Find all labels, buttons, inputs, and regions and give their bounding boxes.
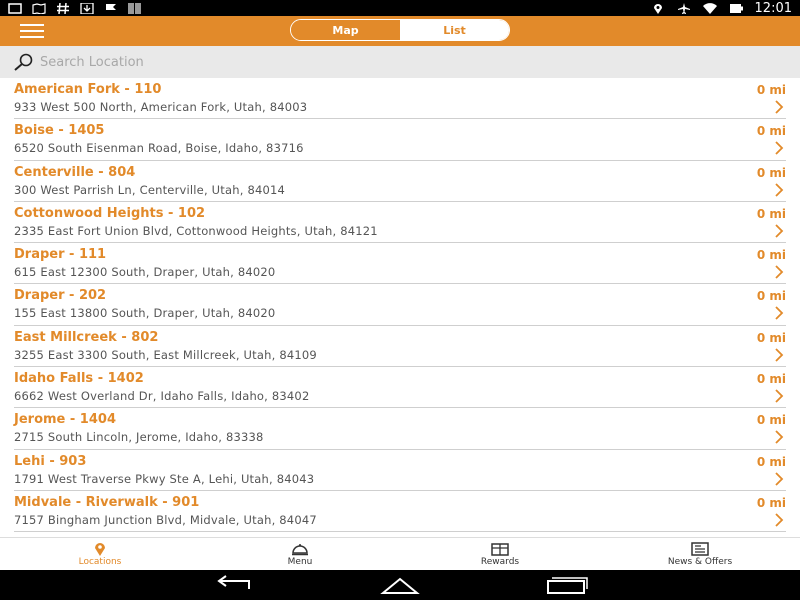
search-input[interactable] bbox=[40, 54, 740, 70]
battery-icon bbox=[729, 3, 743, 13]
download-icon bbox=[80, 2, 94, 14]
nav-label: News & Offers bbox=[667, 556, 733, 567]
location-name: Draper - 111 bbox=[14, 247, 107, 263]
location-name: Cottonwood Heights - 102 bbox=[14, 205, 206, 221]
location-name: American Fork - 110 bbox=[14, 82, 162, 97]
status-time: 12:01 bbox=[754, 0, 792, 16]
location-item[interactable]: East Millcreek - 802 3255 East 3300 Sout… bbox=[14, 326, 786, 368]
location-address: 615 East 12300 South, Draper, Utah, 8402… bbox=[14, 265, 276, 280]
map-notification-icon bbox=[32, 2, 46, 14]
location-item[interactable]: Lehi - 903 1791 West Traverse Pkwy Ste A… bbox=[14, 450, 786, 491]
location-distance: 0 mi bbox=[756, 124, 786, 139]
location-name: Draper - 202 bbox=[14, 288, 107, 304]
home-button[interactable] bbox=[377, 574, 423, 596]
location-item[interactable]: Boise - 1405 6520 South Eisenman Road, B… bbox=[14, 119, 786, 161]
nav-news-offers[interactable]: News & Offers bbox=[600, 538, 800, 570]
nav-locations[interactable]: Locations bbox=[0, 538, 200, 570]
back-button[interactable] bbox=[211, 574, 257, 596]
location-distance: 0 mi bbox=[756, 413, 786, 428]
location-address: 6662 West Overland Dr, Idaho Falls, Idah… bbox=[14, 389, 310, 404]
chevron-right-icon bbox=[775, 265, 784, 279]
location-status-icon bbox=[653, 3, 662, 14]
location-list: American Fork - 110 933 West 500 North, … bbox=[0, 78, 800, 537]
chevron-right-icon bbox=[775, 513, 784, 527]
location-address: 1791 West Traverse Pkwy Ste A, Lehi, Uta… bbox=[14, 471, 315, 486]
nav-menu[interactable]: Menu bbox=[200, 538, 400, 570]
bottom-nav: Locations Menu Rewards News & Offers bbox=[0, 537, 800, 570]
gift-card-icon bbox=[491, 542, 509, 556]
nav-label: Menu bbox=[287, 556, 313, 567]
chevron-right-icon bbox=[775, 389, 784, 403]
location-address: 933 West 500 North, American Fork, Utah,… bbox=[14, 100, 308, 114]
location-item[interactable]: American Fork - 110 933 West 500 North, … bbox=[14, 78, 786, 120]
chevron-right-icon bbox=[775, 306, 784, 321]
location-address: 300 West Parrish Ln, Centerville, Utah, … bbox=[14, 182, 286, 197]
back-arrow-icon bbox=[217, 575, 250, 589]
search-icon bbox=[14, 53, 33, 71]
location-address: 2715 South Lincoln, Jerome, Idaho, 83338 bbox=[14, 430, 264, 445]
location-item[interactable]: Centerville - 804 300 West Parrish Ln, C… bbox=[14, 161, 786, 202]
nav-rewards[interactable]: Rewards bbox=[400, 538, 600, 570]
chevron-right-icon bbox=[775, 182, 784, 197]
location-name: Centerville - 804 bbox=[14, 164, 136, 180]
location-name: Midvale - Riverwalk - 901 bbox=[14, 494, 200, 510]
chevron-right-icon bbox=[775, 348, 784, 362]
food-cover-icon bbox=[292, 543, 308, 555]
location-distance: 0 mi bbox=[756, 289, 786, 304]
location-item[interactable]: Idaho Falls - 1402 6662 West Overland Dr… bbox=[14, 367, 786, 409]
location-name: Boise - 1405 bbox=[14, 123, 105, 139]
location-item[interactable]: Draper - 111 615 East 12300 South, Drape… bbox=[14, 243, 786, 285]
search-bar bbox=[0, 46, 800, 78]
wifi-icon bbox=[702, 2, 717, 14]
chevron-right-icon bbox=[775, 224, 784, 238]
location-distance: 0 mi bbox=[756, 206, 786, 221]
location-item[interactable]: Midvale - Riverwalk - 901 7157 Bingham J… bbox=[14, 491, 786, 533]
location-item[interactable]: Cottonwood Heights - 102 2335 East Fort … bbox=[14, 202, 786, 244]
location-name: Jerome - 1404 bbox=[14, 412, 116, 428]
flag-icon bbox=[106, 3, 116, 14]
chevron-right-icon bbox=[775, 430, 784, 445]
home-icon bbox=[380, 577, 420, 594]
nav-label: Rewards bbox=[480, 556, 520, 567]
view-toggle: Map List bbox=[290, 19, 510, 41]
app-header: Map List bbox=[0, 16, 800, 46]
list-view-tab[interactable]: List bbox=[400, 20, 509, 40]
location-distance: 0 mi bbox=[756, 372, 786, 387]
location-name: East Millcreek - 802 bbox=[14, 329, 159, 345]
location-item[interactable]: Draper - 202 155 East 13800 South, Drape… bbox=[14, 284, 786, 326]
map-view-tab[interactable]: Map bbox=[291, 20, 400, 40]
location-distance: 0 mi bbox=[756, 83, 786, 97]
location-distance: 0 mi bbox=[756, 165, 786, 180]
location-name: Lehi - 903 bbox=[14, 453, 87, 469]
location-distance: 0 mi bbox=[756, 454, 786, 469]
nav-label: Locations bbox=[78, 556, 122, 567]
hashtag-icon bbox=[57, 2, 69, 14]
location-address: 7157 Bingham Junction Blvd, Midvale, Uta… bbox=[14, 512, 317, 527]
barcode-icon bbox=[128, 2, 141, 14]
location-pin-icon bbox=[95, 542, 105, 556]
location-name: Idaho Falls - 1402 bbox=[14, 371, 144, 387]
chevron-right-icon bbox=[775, 100, 784, 114]
location-item[interactable]: Jerome - 1404 2715 South Lincoln, Jerome… bbox=[14, 408, 786, 450]
status-bar: 12:01 bbox=[0, 0, 800, 16]
location-distance: 0 mi bbox=[756, 248, 786, 263]
location-address: 6520 South Eisenman Road, Boise, Idaho, … bbox=[14, 141, 304, 156]
newspaper-icon bbox=[691, 541, 709, 556]
notification-icon bbox=[8, 2, 22, 14]
system-nav-bar bbox=[0, 570, 800, 600]
airplane-mode-icon bbox=[677, 2, 690, 14]
recent-apps-icon bbox=[547, 577, 588, 594]
chevron-right-icon bbox=[775, 141, 784, 155]
location-distance: 0 mi bbox=[756, 495, 786, 510]
location-address: 3255 East 3300 South, East Millcreek, Ut… bbox=[14, 347, 317, 362]
location-distance: 0 mi bbox=[756, 330, 786, 345]
hamburger-menu-icon[interactable] bbox=[20, 24, 44, 38]
location-address: 155 East 13800 South, Draper, Utah, 8402… bbox=[14, 306, 276, 321]
recent-apps-button[interactable] bbox=[543, 574, 589, 596]
chevron-right-icon bbox=[775, 472, 784, 486]
location-address: 2335 East Fort Union Blvd, Cottonwood He… bbox=[14, 223, 378, 238]
